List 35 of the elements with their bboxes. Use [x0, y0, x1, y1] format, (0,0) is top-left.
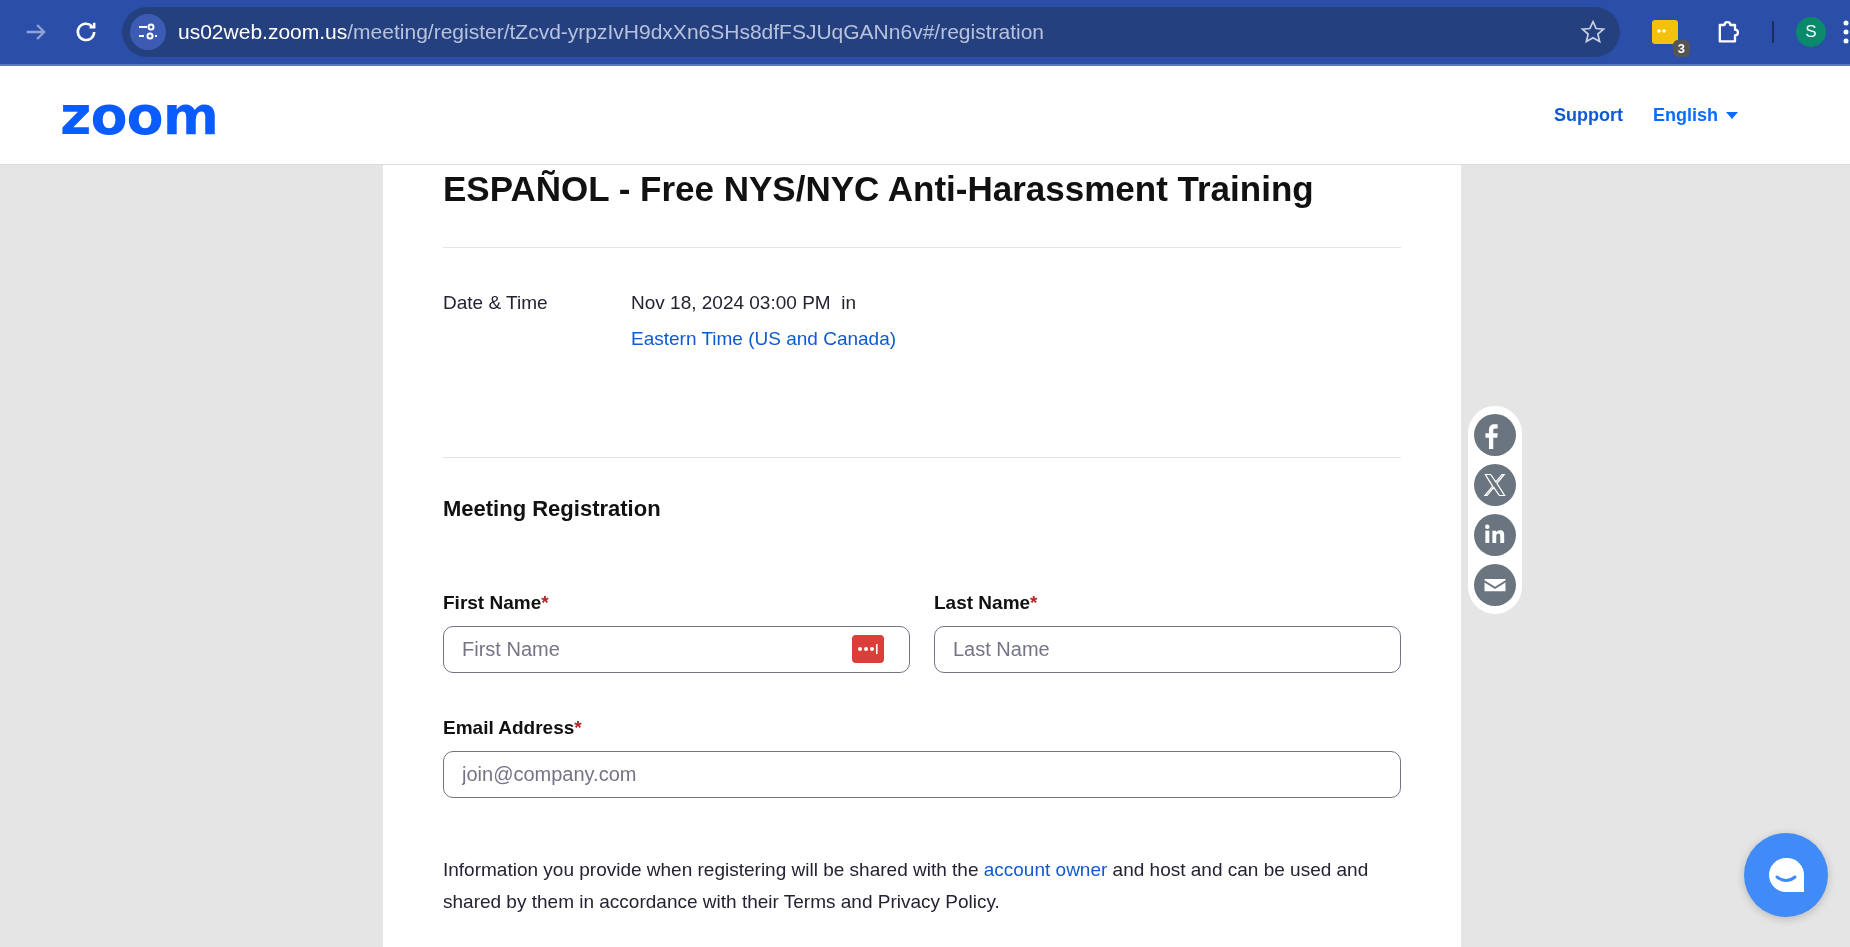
star-icon[interactable] [1580, 19, 1606, 45]
text-input-field[interactable]: Last Name [934, 626, 1401, 673]
meeting-title: ESPAÑOL - Free NYS/NYC Anti-Harassment Training [443, 169, 1401, 248]
password-manager-icon[interactable] [852, 635, 884, 663]
required-mark: * [541, 592, 549, 613]
facebook-icon[interactable] [1474, 414, 1516, 456]
account-owner-link[interactable]: account owner [983, 859, 1108, 880]
section-heading: Meeting Registration [443, 496, 662, 522]
chat-button[interactable] [1744, 833, 1828, 917]
extension-icon[interactable] [1650, 17, 1680, 47]
address-bar[interactable]: us02web.zoom.us/meeting/register/tZcvd-yrpzIvH9dxXn6SHs8dfFSJUqGANn6v#/registration [122, 7, 1620, 57]
field-label: Email Address [443, 717, 575, 738]
date-value: Nov 18, 2024 03:00 PM in [631, 292, 857, 314]
text-input-field[interactable]: First Name [443, 626, 910, 673]
required-mark: * [574, 717, 582, 738]
extension-badge: 3 [1672, 40, 1690, 57]
logo[interactable]: zoom [60, 83, 218, 147]
linkedin-icon[interactable] [1474, 514, 1516, 556]
language-dropdown[interactable]: English [1653, 104, 1738, 126]
field-label: First Name [443, 592, 542, 613]
date-label: Date & Time [443, 292, 549, 314]
menu-icon[interactable] [1842, 19, 1850, 45]
site-settings-icon[interactable] [130, 14, 166, 50]
chat-icon [1766, 856, 1806, 894]
x-icon[interactable] [1474, 464, 1516, 506]
field-label: Last Name [934, 592, 1031, 613]
url-text: us02web.zoom.us/meeting/register/tZcvd-yrpzIvH9dxXn6SHs8dfFSJUqGANn6v#/registration [178, 20, 1046, 44]
profile-avatar[interactable]: S [1796, 17, 1826, 47]
required-mark: * [1030, 592, 1038, 613]
caret-icon [1726, 111, 1738, 119]
email-icon[interactable] [1474, 564, 1516, 606]
support-link[interactable]: Support [1554, 104, 1623, 126]
timezone-link[interactable]: Eastern Time (US and Canada) [631, 328, 1401, 350]
text-input-field[interactable]: join@company.com [443, 751, 1401, 798]
privacy-notice: Information you provide when registering will be shared with the account owner and host and can be used and shared by them in accordance with their Terms and Privacy Policy. [443, 858, 1370, 914]
